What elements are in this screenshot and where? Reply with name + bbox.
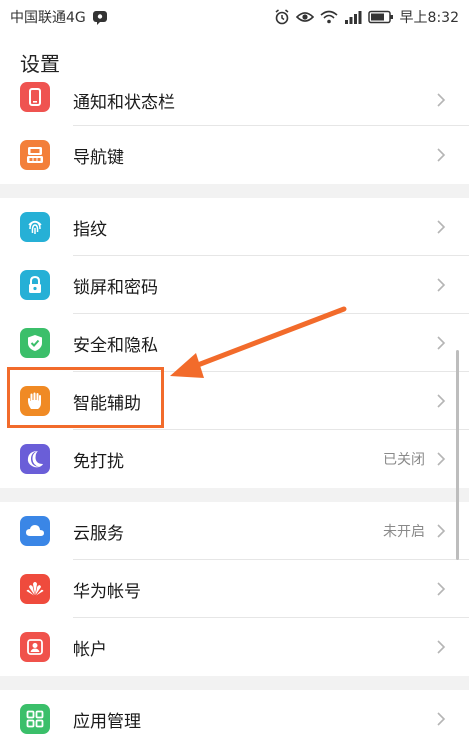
battery-icon <box>367 10 394 24</box>
signal-icon <box>344 10 362 24</box>
page-header: 设置 <box>0 34 469 90</box>
settings-item-security-privacy[interactable]: 安全和隐私 <box>0 314 469 372</box>
fingerprint-icon <box>20 212 50 242</box>
settings-item-label: 应用管理 <box>73 711 141 732</box>
settings-item-label: 通知和状态栏 <box>73 93 175 113</box>
settings-item-notifications[interactable]: 通知和状态栏 <box>0 82 469 126</box>
settings-item-value: 已关闭 <box>383 452 425 468</box>
settings-item-apps[interactable]: 应用管理 <box>0 690 469 748</box>
chevron-right-icon <box>437 336 446 350</box>
settings-item-lockscreen[interactable]: 锁屏和密码 <box>0 256 469 314</box>
settings-item-label: 指纹 <box>73 219 107 240</box>
page-title: 设置 <box>20 51 60 76</box>
settings-item-label: 免打扰 <box>73 451 124 472</box>
settings-item-label: 云服务 <box>73 523 124 544</box>
settings-item-label: 锁屏和密码 <box>73 277 158 298</box>
carrier-text: 中国联通4G <box>10 10 86 26</box>
cloud-icon <box>20 516 50 546</box>
settings-item-value: 未开启 <box>383 524 425 540</box>
settings-item-cloud[interactable]: 云服务 未开启 <box>0 502 469 560</box>
settings-item-fingerprint[interactable]: 指纹 <box>0 198 469 256</box>
chevron-right-icon <box>437 148 446 162</box>
chevron-right-icon <box>437 394 446 408</box>
lock-icon <box>20 270 50 300</box>
chevron-right-icon <box>437 93 446 107</box>
alarm-icon <box>274 9 290 25</box>
message-icon <box>92 9 108 25</box>
shield-icon <box>20 328 50 358</box>
group-gap <box>0 676 469 690</box>
eye-icon <box>295 10 314 24</box>
wifi-icon <box>320 10 338 24</box>
chevron-right-icon <box>437 278 446 292</box>
highlight-box <box>7 367 164 428</box>
chevron-right-icon <box>437 452 446 466</box>
settings-item-do-not-disturb[interactable]: 免打扰 已关闭 <box>0 430 469 488</box>
status-time: 早上8:32 <box>399 10 459 26</box>
chevron-right-icon <box>437 220 446 234</box>
notification-icon <box>20 82 50 112</box>
scrollbar[interactable] <box>456 350 459 560</box>
chevron-right-icon <box>437 640 446 654</box>
settings-item-label: 安全和隐私 <box>73 335 158 356</box>
navigation-key-icon <box>20 140 50 170</box>
account-icon <box>20 632 50 662</box>
group-gap <box>0 488 469 502</box>
chevron-right-icon <box>437 524 446 538</box>
group-gap <box>0 184 469 198</box>
huawei-icon <box>20 574 50 604</box>
apps-icon <box>20 704 50 734</box>
settings-item-label: 华为帐号 <box>73 581 141 602</box>
settings-item-label: 帐户 <box>73 639 107 660</box>
settings-item-navigation-keys[interactable]: 导航键 <box>0 126 469 184</box>
chevron-right-icon <box>437 582 446 596</box>
settings-item-accounts[interactable]: 帐户 <box>0 618 469 676</box>
status-bar: 中国联通4G 早上8:32 <box>0 0 469 34</box>
settings-item-huawei-id[interactable]: 华为帐号 <box>0 560 469 618</box>
moon-icon <box>20 444 50 474</box>
chevron-right-icon <box>437 712 446 726</box>
settings-item-label: 导航键 <box>73 147 124 168</box>
